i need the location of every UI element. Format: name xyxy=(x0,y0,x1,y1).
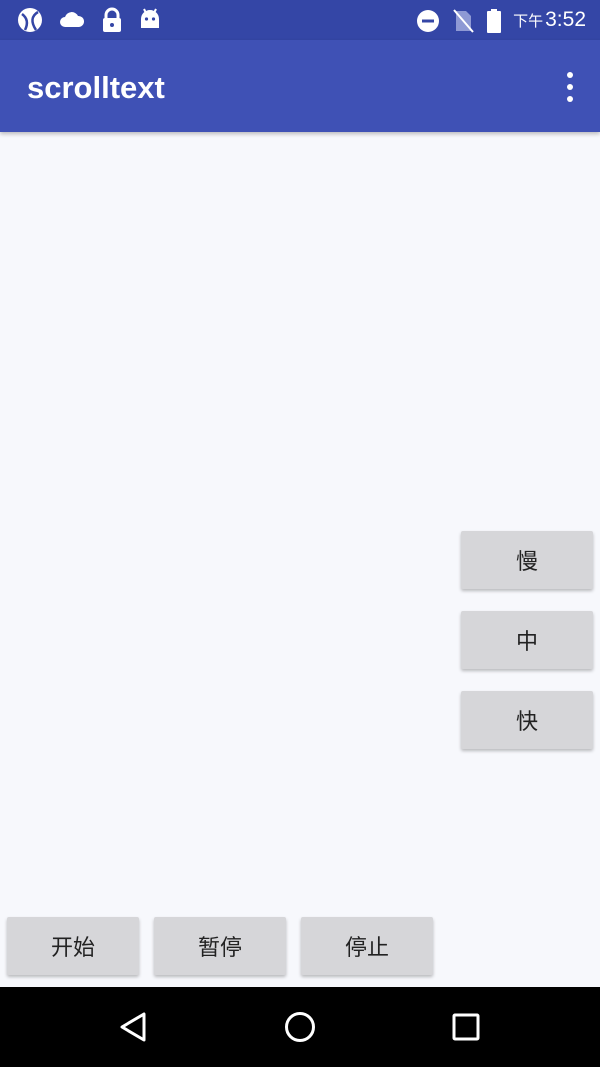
status-clock: 下午 3:52 xyxy=(513,6,586,36)
clock-time: 3:52 xyxy=(545,8,586,31)
recents-icon[interactable] xyxy=(452,1011,480,1043)
home-icon[interactable] xyxy=(284,1011,316,1043)
pause-button[interactable]: 暂停 xyxy=(154,917,286,975)
clock-ampm: 下午 xyxy=(513,13,544,30)
cloud-icon xyxy=(60,12,85,27)
status-bar: 下午 3:52 xyxy=(0,0,600,40)
status-right-icons: 下午 3:52 xyxy=(415,6,586,36)
lock-icon xyxy=(103,7,121,32)
menu-dot xyxy=(567,96,573,102)
menu-dot xyxy=(567,84,573,90)
slow-button[interactable]: 慢 xyxy=(461,531,593,589)
overflow-menu-icon[interactable] xyxy=(562,72,578,102)
fast-button[interactable]: 快 xyxy=(461,691,593,749)
stop-button[interactable]: 停止 xyxy=(301,917,433,975)
app-bar: scrolltext xyxy=(0,40,600,132)
start-button[interactable]: 开始 xyxy=(7,917,139,975)
nav-bar xyxy=(0,987,600,1067)
status-left-icons xyxy=(16,6,162,34)
android-icon xyxy=(141,8,159,28)
app-title: scrolltext xyxy=(27,70,165,105)
ball-icon xyxy=(18,8,42,32)
medium-button[interactable]: 中 xyxy=(461,611,593,669)
back-icon[interactable] xyxy=(118,1011,150,1043)
no-sim-icon xyxy=(453,9,474,33)
dnd-icon xyxy=(417,10,440,32)
battery-icon xyxy=(487,9,502,33)
menu-dot xyxy=(567,72,573,78)
